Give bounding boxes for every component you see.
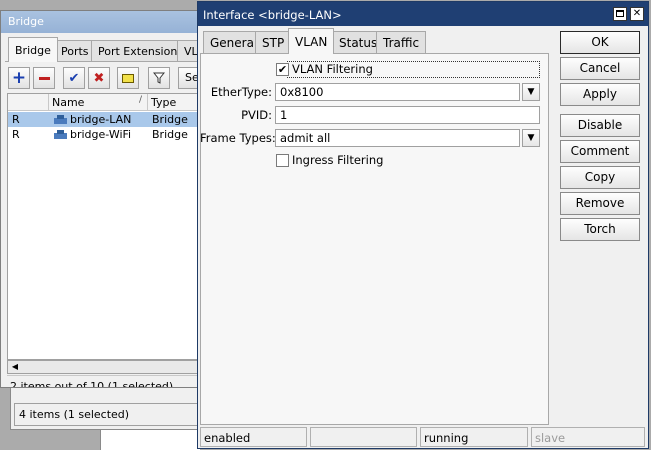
torch-button[interactable]: Torch <box>560 218 640 241</box>
horizontal-scrollbar[interactable]: ◀ <box>7 360 203 374</box>
ingress-filtering-label: Ingress Filtering <box>292 153 384 167</box>
status-empty <box>310 427 417 447</box>
pvid-label: PVID: <box>241 108 272 122</box>
tab-traffic[interactable]: Traffic <box>376 31 427 53</box>
remove-button[interactable] <box>33 67 55 89</box>
frame-types-dropdown-button[interactable]: ▼ <box>522 129 540 147</box>
column-header-name-label: Name <box>52 96 85 109</box>
maximize-icon <box>616 10 624 17</box>
interface-dialog: Interface <bridge-LAN> ✕ General STP VLA… <box>197 1 649 449</box>
table-row[interactable]: R bridge-WiFi Bridge <box>8 127 204 142</box>
column-header-flags[interactable] <box>8 94 49 111</box>
comment-button[interactable] <box>117 67 139 89</box>
disable-button[interactable]: Disable <box>560 114 640 137</box>
dialog-title: Interface <bridge-LAN> <box>203 8 342 22</box>
back-window-status: 4 items (1 selected) <box>14 403 198 426</box>
column-header-type[interactable]: Type <box>148 94 204 111</box>
row-flag: R <box>12 113 20 126</box>
apply-button[interactable]: Apply <box>560 83 640 106</box>
bridge-table: Name / Type R bridge-LAN Bridge R bridge… <box>7 93 204 360</box>
bridge-icon <box>54 115 67 124</box>
dialog-title-bar[interactable]: Interface <bridge-LAN> <box>198 2 648 26</box>
row-name-cell: bridge-WiFi <box>51 127 134 142</box>
frame-types-label: Frame Types: <box>200 131 276 145</box>
add-icon: + <box>11 67 27 88</box>
row-name: bridge-WiFi <box>70 128 132 141</box>
frame-types-select[interactable]: admit all <box>275 129 520 147</box>
ingress-filtering-checkbox[interactable] <box>276 154 289 167</box>
checkmark-icon: ✔ <box>277 63 288 76</box>
bridge-status: 2 items out of 10 (1 selected) <box>7 375 203 387</box>
filter-button[interactable] <box>148 67 170 89</box>
status-slave: slave <box>531 427 645 447</box>
tab-bridge[interactable]: Bridge <box>8 37 58 62</box>
note-icon <box>122 73 134 83</box>
ethertype-field[interactable]: 0x8100 <box>275 83 520 101</box>
row-type: Bridge <box>152 128 188 141</box>
enable-button[interactable]: ✔ <box>63 67 85 89</box>
scroll-left-arrow-icon[interactable]: ◀ <box>9 362 21 372</box>
column-header-name[interactable]: Name / <box>49 94 148 111</box>
remove-button[interactable]: Remove <box>560 192 640 215</box>
dropdown-arrow-icon: ▼ <box>527 87 535 97</box>
cross-icon: ✖ <box>93 70 105 86</box>
sort-icon: / <box>138 95 142 105</box>
status-enabled: enabled <box>200 427 307 447</box>
bridge-icon <box>54 130 67 139</box>
checkmark-icon: ✔ <box>68 70 80 86</box>
vlan-filtering-checkbox[interactable]: ✔ <box>276 63 289 76</box>
bridge-window-title[interactable]: Bridge <box>1 11 204 33</box>
comment-button[interactable]: Comment <box>560 140 640 163</box>
copy-button[interactable]: Copy <box>560 166 640 189</box>
row-flag: R <box>12 128 20 141</box>
tab-stp[interactable]: STP <box>255 31 292 53</box>
close-icon: ✕ <box>632 8 642 19</box>
remove-icon <box>38 76 50 80</box>
ok-button[interactable]: OK <box>560 31 640 54</box>
close-button[interactable]: ✕ <box>630 7 644 21</box>
add-button[interactable]: + <box>8 67 30 89</box>
row-type: Bridge <box>152 113 188 126</box>
row-name-cell: bridge-LAN <box>51 112 134 127</box>
tab-vlan[interactable]: VLAN <box>288 28 335 54</box>
ethertype-dropdown-button[interactable]: ▼ <box>522 83 540 101</box>
tab-ports[interactable]: Ports <box>54 40 96 62</box>
table-row[interactable]: R bridge-LAN Bridge <box>8 112 204 127</box>
disable-button[interactable]: ✖ <box>88 67 110 89</box>
status-running: running <box>420 427 528 447</box>
background-window-strip <box>100 430 200 450</box>
filter-icon <box>153 72 165 84</box>
vlan-filtering-label: VLAN Filtering <box>292 62 373 76</box>
dropdown-arrow-icon: ▼ <box>527 133 535 143</box>
pvid-field[interactable]: 1 <box>275 106 540 124</box>
bridge-window: Bridge Bridge Ports Port Extensions VL +… <box>0 10 205 388</box>
tab-port-extensions[interactable]: Port Extensions <box>91 40 191 62</box>
row-name: bridge-LAN <box>70 113 132 126</box>
maximize-button[interactable] <box>613 7 627 21</box>
ethertype-label: EtherType: <box>210 85 272 99</box>
cancel-button[interactable]: Cancel <box>560 57 640 80</box>
